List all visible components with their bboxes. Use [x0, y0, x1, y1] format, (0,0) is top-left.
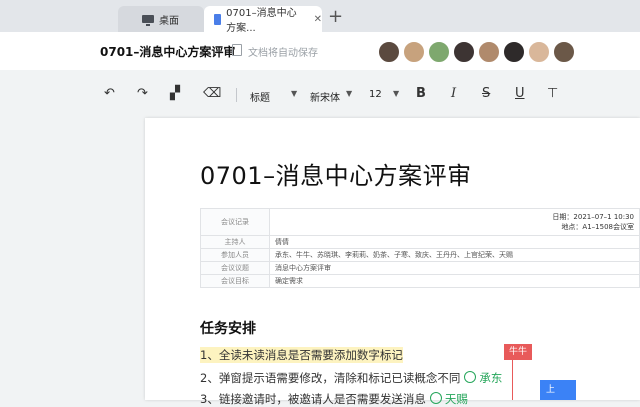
font-size-select[interactable]: 12 — [369, 89, 382, 100]
avatar[interactable] — [403, 41, 425, 63]
person-icon — [464, 371, 477, 383]
format-toolbar: ↶ ↷ ▞ ⌫ 标题 ▼ 新宋体 ▼ 12 ▼ B I S U ⊤ — [0, 72, 640, 116]
avatar[interactable] — [378, 41, 400, 63]
save-status: 文档将自动保存 — [248, 48, 318, 59]
chevron-down-icon[interactable]: ▼ — [393, 89, 399, 98]
row-value: 承东、牛牛、苏晓琪、李莉莉、奶茶、子寒、致庆、王丹丹、上官纪荣、天赐 — [269, 248, 640, 262]
italic-icon[interactable]: I — [451, 86, 456, 102]
clear-format-icon[interactable]: ⊤ — [547, 86, 558, 102]
avatar[interactable] — [553, 41, 575, 63]
new-tab-button[interactable]: + — [328, 6, 343, 28]
row-label: 参加人员 — [200, 248, 270, 262]
tab-bar: 桌面 0701–消息中心方案... ✕ + — [0, 0, 640, 34]
table-row: 主持人 倩倩 — [200, 235, 640, 249]
task-item[interactable]: 1、全读未读消息是否需要添加数字标记 — [200, 347, 403, 363]
document-name[interactable]: 0701–消息中心方案评审 — [100, 43, 235, 60]
tab-document-label: 0701–消息中心方案... — [226, 8, 297, 34]
chevron-down-icon[interactable]: ▼ — [346, 89, 352, 98]
section-heading[interactable]: 任务安排 — [200, 318, 256, 338]
close-icon[interactable]: ✕ — [314, 14, 322, 25]
eraser-icon[interactable]: ⌫ — [203, 86, 221, 102]
strikethrough-icon[interactable]: S — [482, 86, 490, 102]
person-icon — [429, 392, 442, 404]
row-value: 倩倩 — [269, 235, 640, 249]
task-text: 1、全读未读消息是否需要添加数字标记 — [200, 347, 403, 363]
collaborator-tag: 上 — [540, 380, 576, 400]
document-page[interactable]: 0701–消息中心方案评审 会议记录 日期：2021–07–1 10:30 地点… — [145, 118, 640, 406]
toolbar-divider — [236, 88, 237, 102]
tab-document[interactable]: 0701–消息中心方案... ✕ — [204, 6, 322, 34]
table-row: 会议记录 日期：2021–07–1 10:30 地点：A1–1508会议室 — [200, 208, 640, 236]
font-select[interactable]: 新宋体 — [310, 89, 340, 104]
bold-icon[interactable]: B — [416, 86, 426, 102]
collaborator-cursor — [512, 360, 513, 400]
row-label: 会议目标 — [200, 274, 270, 288]
meeting-record-table[interactable]: 会议记录 日期：2021–07–1 10:30 地点：A1–1508会议室 主持… — [200, 208, 640, 288]
format-painter-icon[interactable]: ▞ — [170, 86, 180, 102]
table-row: 参加人员 承东、牛牛、苏晓琪、李莉莉、奶茶、子寒、致庆、王丹丹、上官纪荣、天赐 — [200, 248, 640, 262]
underline-icon[interactable]: U — [515, 86, 525, 102]
monitor-icon — [142, 15, 154, 26]
meeting-date: 日期：2021–07–1 10:30 — [552, 213, 634, 221]
document-icon — [214, 13, 222, 25]
meeting-meta: 日期：2021–07–1 10:30 地点：A1–1508会议室 — [269, 208, 640, 236]
table-header-label: 会议记录 — [200, 208, 270, 236]
task-text: 3、链接邀请时，被邀请人是否需要发送消息 — [200, 392, 426, 406]
avatar[interactable] — [453, 41, 475, 63]
row-label: 会议议题 — [200, 261, 270, 275]
save-icon — [232, 44, 242, 56]
collaborator-avatars — [378, 41, 578, 63]
task-assignee[interactable]: 承东 — [479, 371, 502, 385]
page-title[interactable]: 0701–消息中心方案评审 — [200, 156, 472, 191]
task-text: 2、弹窗提示语需要修改，清除和标记已读概念不同 — [200, 371, 461, 385]
document-header: 0701–消息中心方案评审 文档将自动保存 — [0, 32, 640, 70]
row-label: 主持人 — [200, 235, 270, 249]
task-item[interactable]: 3、链接邀请时，被邀请人是否需要发送消息 天赐 — [200, 391, 468, 407]
avatar[interactable] — [503, 41, 525, 63]
task-item[interactable]: 2、弹窗提示语需要修改，清除和标记已读概念不同 承东 — [200, 370, 502, 386]
avatar[interactable] — [428, 41, 450, 63]
task-assignee[interactable]: 天赐 — [445, 392, 468, 406]
style-select[interactable]: 标题 — [250, 89, 270, 104]
meeting-location: 地点：A1–1508会议室 — [561, 223, 634, 231]
tab-desktop[interactable]: 桌面 — [118, 6, 204, 32]
chevron-down-icon[interactable]: ▼ — [291, 89, 297, 98]
avatar[interactable] — [478, 41, 500, 63]
avatar[interactable] — [528, 41, 550, 63]
table-row: 会议议题 消息中心方案评审 — [200, 261, 640, 275]
redo-icon[interactable]: ↷ — [137, 86, 148, 102]
tab-desktop-label: 桌面 — [159, 15, 179, 27]
row-value: 消息中心方案评审 — [269, 261, 640, 275]
table-row: 会议目标 确定需求 — [200, 274, 640, 288]
undo-icon[interactable]: ↶ — [104, 86, 115, 102]
collaborator-cursor-label: 牛牛 — [504, 344, 532, 360]
row-value: 确定需求 — [269, 274, 640, 288]
